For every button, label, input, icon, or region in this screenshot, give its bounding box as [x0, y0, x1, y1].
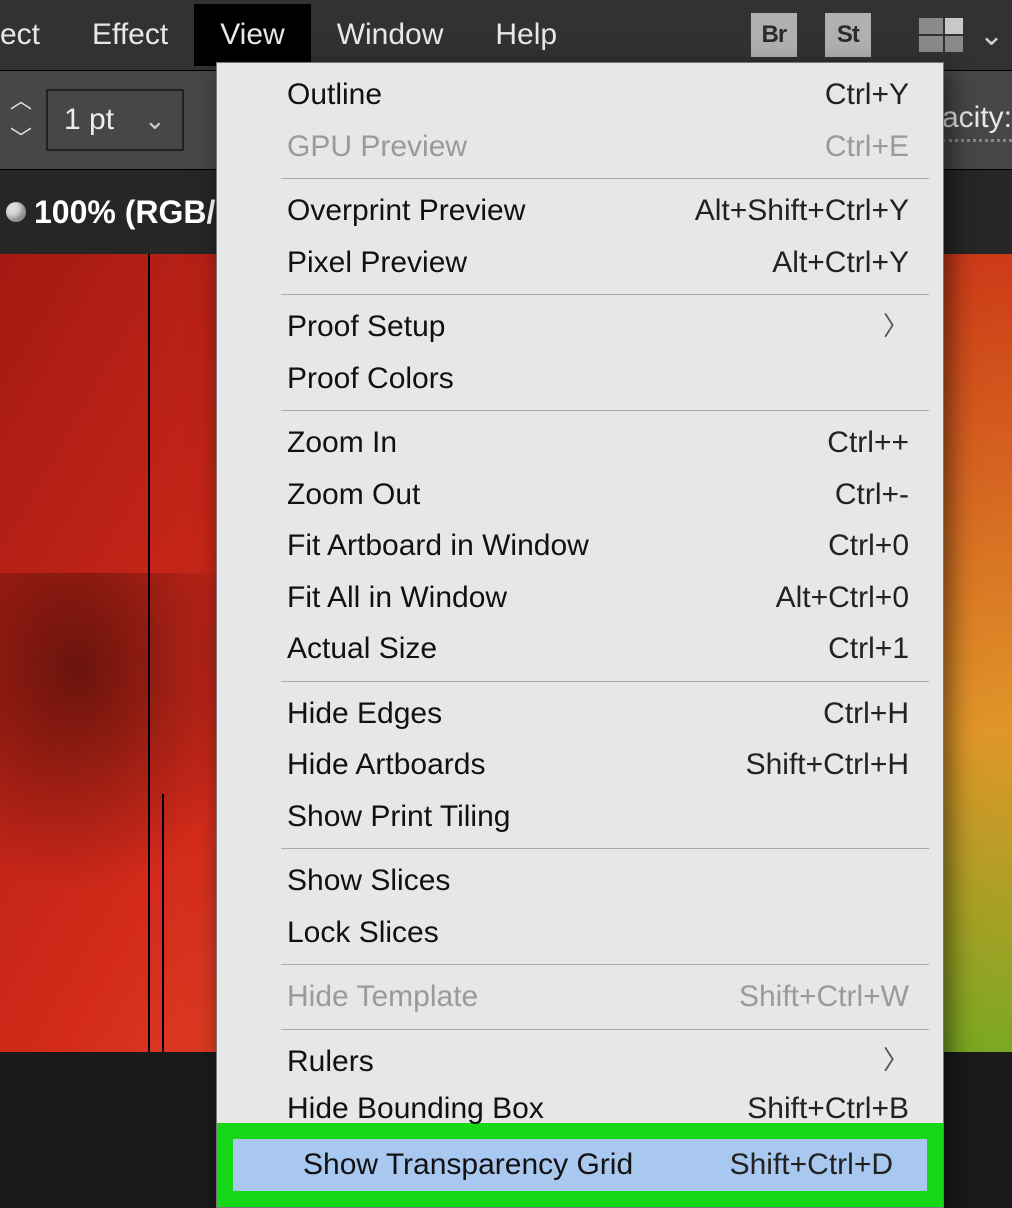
- menu-gpu-preview: GPU Preview Ctrl+E: [217, 121, 943, 173]
- menu-proof-colors[interactable]: Proof Colors: [217, 353, 943, 405]
- menu-item-window[interactable]: Window: [311, 4, 470, 66]
- tab-bullet-icon: [6, 202, 26, 222]
- menu-outline[interactable]: Outline Ctrl+Y: [217, 69, 943, 121]
- menu-proof-setup[interactable]: Proof Setup 〉: [217, 301, 943, 353]
- stroke-dropdown-icon[interactable]: ⌄: [144, 105, 166, 136]
- menu-zoom-out[interactable]: Zoom Out Ctrl+-: [217, 469, 943, 521]
- stepper-down-icon[interactable]: ﹀: [6, 128, 36, 150]
- menu-separator: [281, 294, 929, 295]
- menu-separator: [281, 848, 929, 849]
- menu-pixel-preview[interactable]: Pixel Preview Alt+Ctrl+Y: [217, 237, 943, 289]
- menu-hide-edges[interactable]: Hide Edges Ctrl+H: [217, 688, 943, 740]
- menu-hide-bounding-box[interactable]: Hide Bounding Box Shift+Ctrl+B: [217, 1087, 943, 1127]
- document-title: 100% (RGB/P: [34, 194, 237, 231]
- submenu-arrow-icon: 〉: [883, 308, 909, 346]
- menubar: ect Effect View Window Help Br St ⌄: [0, 0, 1012, 70]
- menu-show-transparency-grid[interactable]: Show Transparency Grid Shift+Ctrl+D: [233, 1139, 927, 1191]
- menu-overprint-preview[interactable]: Overprint Preview Alt+Shift+Ctrl+Y: [217, 185, 943, 237]
- stock-badge[interactable]: St: [825, 13, 871, 57]
- stroke-weight-field[interactable]: 1 pt ⌄: [46, 89, 184, 151]
- stroke-stepper[interactable]: ︿ ﹀: [6, 90, 36, 150]
- opacity-label: acity:: [942, 101, 1012, 142]
- menu-item-view[interactable]: View: [194, 4, 310, 66]
- menu-zoom-in[interactable]: Zoom In Ctrl++: [217, 417, 943, 469]
- submenu-arrow-icon: 〉: [883, 1042, 909, 1080]
- view-menu-dropdown: Outline Ctrl+Y GPU Preview Ctrl+E Overpr…: [216, 62, 944, 1208]
- menu-rulers[interactable]: Rulers 〉: [217, 1036, 943, 1088]
- menu-lock-slices[interactable]: Lock Slices: [217, 907, 943, 959]
- menu-item-select[interactable]: ect: [0, 4, 66, 66]
- canvas-content: [942, 254, 1012, 1052]
- menu-separator: [281, 964, 929, 965]
- guide-line[interactable]: [148, 254, 150, 1052]
- menu-item-help[interactable]: Help: [469, 4, 583, 66]
- stepper-up-icon[interactable]: ︿: [6, 90, 36, 112]
- bridge-badge[interactable]: Br: [751, 13, 797, 57]
- menu-separator: [281, 1029, 929, 1030]
- menu-item-effect[interactable]: Effect: [66, 4, 194, 66]
- menu-actual-size[interactable]: Actual Size Ctrl+1: [217, 623, 943, 675]
- menu-hide-template: Hide Template Shift+Ctrl+W: [217, 971, 943, 1023]
- menu-separator: [281, 178, 929, 179]
- workspace-switcher-icon[interactable]: [919, 18, 965, 52]
- highlighted-callout: Show Transparency Grid Shift+Ctrl+D: [217, 1123, 943, 1207]
- guide-line[interactable]: [162, 794, 164, 1052]
- menu-show-print-tiling[interactable]: Show Print Tiling: [217, 791, 943, 843]
- workspace-chevron-icon[interactable]: ⌄: [971, 18, 1012, 53]
- menu-fit-artboard[interactable]: Fit Artboard in Window Ctrl+0: [217, 520, 943, 572]
- menu-separator: [281, 681, 929, 682]
- menu-show-slices[interactable]: Show Slices: [217, 855, 943, 907]
- stroke-weight-value: 1 pt: [64, 103, 114, 137]
- menu-hide-artboards[interactable]: Hide Artboards Shift+Ctrl+H: [217, 739, 943, 791]
- menu-separator: [281, 410, 929, 411]
- menu-fit-all[interactable]: Fit All in Window Alt+Ctrl+0: [217, 572, 943, 624]
